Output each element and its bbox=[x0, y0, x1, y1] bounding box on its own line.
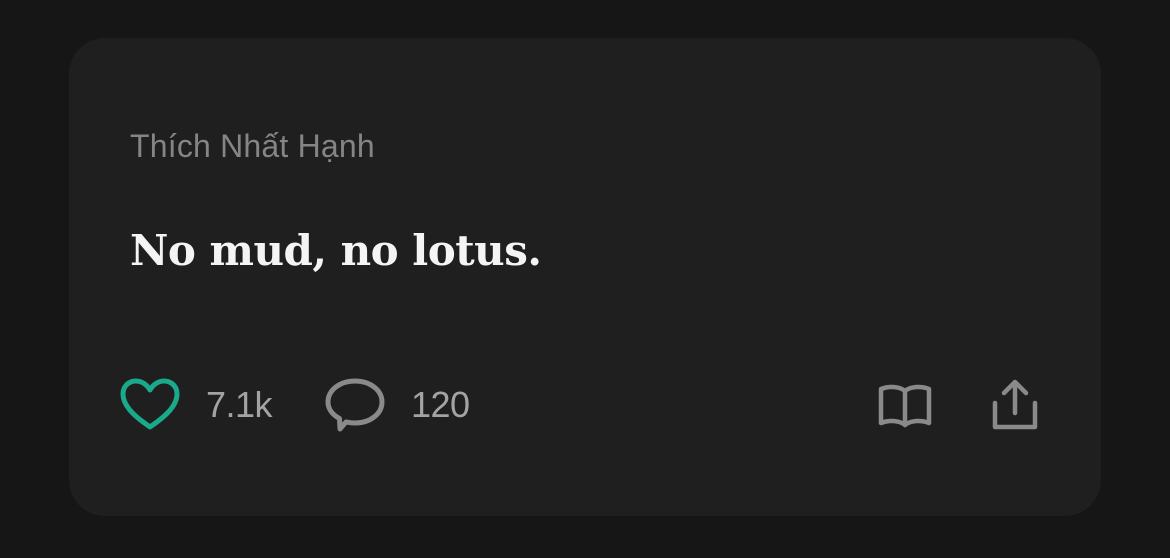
heart-icon bbox=[119, 377, 181, 433]
like-count: 7.1k bbox=[206, 384, 273, 425]
share-button[interactable] bbox=[987, 372, 1043, 438]
author-name[interactable]: Thích Nhất Hạnh bbox=[130, 128, 375, 165]
like-button[interactable]: 7.1k bbox=[119, 372, 273, 438]
open-book-icon bbox=[877, 381, 933, 429]
comment-count: 120 bbox=[411, 384, 470, 425]
quote-card: Thích Nhất Hạnh No mud, no lotus. 7.1k 1… bbox=[69, 38, 1101, 516]
read-button[interactable] bbox=[877, 372, 933, 438]
share-upload-icon bbox=[987, 377, 1043, 433]
action-bar: 7.1k 120 bbox=[119, 372, 1051, 438]
comment-button[interactable]: 120 bbox=[324, 372, 470, 438]
quote-text: No mud, no lotus. bbox=[130, 226, 542, 275]
speech-bubble-icon bbox=[324, 376, 386, 434]
